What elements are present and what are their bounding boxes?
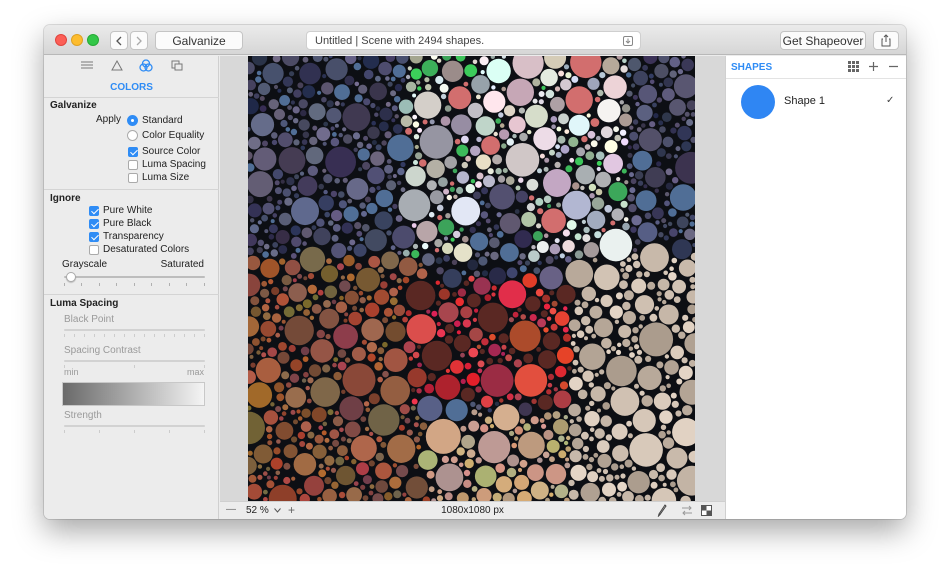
forward-button[interactable]: [130, 31, 148, 50]
triangle-icon[interactable]: [111, 60, 123, 71]
canvas-dimensions: 1080x1080 px: [441, 505, 504, 516]
black-point-slider[interactable]: [64, 329, 205, 331]
remove-shape-icon[interactable]: [888, 61, 899, 72]
galvanize-title: Galvanize: [50, 100, 97, 111]
get-shapeover-button[interactable]: Get Shapeover: [780, 31, 866, 50]
color-equality-radio[interactable]: [127, 130, 138, 141]
luma-size-label: Luma Size: [142, 172, 190, 183]
luma-spacing-title: Luma Spacing: [50, 298, 119, 309]
desaturated-colors-checkbox[interactable]: [89, 245, 99, 255]
galvanize-button[interactable]: Galvanize: [155, 31, 243, 50]
divider: [44, 294, 219, 295]
transparency-checkbox[interactable]: [89, 232, 99, 242]
strength-slider[interactable]: [64, 425, 205, 427]
shape-list-item[interactable]: Shape 1 ✓: [726, 82, 906, 122]
back-button[interactable]: [110, 31, 128, 50]
standard-radio-label: Standard: [142, 115, 183, 126]
luma-gradient-preview: [62, 382, 205, 406]
chevron-left-icon: [116, 36, 122, 45]
source-color-checkbox[interactable]: [128, 147, 138, 157]
pure-white-label: Pure White: [103, 205, 153, 216]
document-title-field: Untitled | Scene with 2494 shapes.: [306, 31, 641, 50]
ignore-title: Ignore: [50, 193, 81, 204]
document-title: Untitled | Scene with 2494 shapes.: [315, 34, 485, 47]
pure-black-label: Pure Black: [103, 218, 152, 229]
apply-label: Apply: [96, 114, 122, 125]
luma-spacing-label: Luma Spacing: [142, 159, 206, 170]
app-window: Galvanize Untitled | Scene with 2494 sha…: [44, 25, 906, 519]
saturation-slider-track[interactable]: [64, 276, 205, 278]
slider-ticks: [64, 283, 205, 287]
divider: [44, 189, 219, 190]
share-icon: [881, 34, 891, 47]
luma-size-checkbox[interactable]: [128, 173, 138, 183]
colors-icon[interactable]: [139, 59, 153, 72]
slider-ticks: [64, 430, 205, 434]
share-button[interactable]: [873, 31, 899, 50]
galvanized-artwork[interactable]: [248, 56, 695, 501]
shape-swatch: [741, 85, 775, 119]
max-label: max: [186, 367, 204, 377]
slider-ticks: [64, 365, 205, 369]
shapes-panel: SHAPES Shape 1 ✓: [725, 56, 906, 519]
shape-name: Shape 1: [784, 95, 825, 107]
color-equality-radio-label: Color Equality: [142, 130, 205, 141]
spacing-contrast-label: Spacing Contrast: [64, 345, 141, 356]
divider: [44, 97, 219, 98]
chevron-right-icon: [136, 36, 142, 45]
copy-icon[interactable]: [171, 60, 183, 71]
download-icon[interactable]: [622, 35, 634, 47]
zoom-window-button[interactable]: [87, 34, 99, 46]
checkerboard-icon[interactable]: [701, 505, 712, 516]
canvas-area: — 52 % + 1080x1080 px: [220, 56, 725, 519]
grid-icon[interactable]: [848, 61, 859, 72]
canvas-status-bar: — 52 % + 1080x1080 px: [220, 501, 725, 519]
title-bar: Galvanize Untitled | Scene with 2494 sha…: [44, 25, 906, 55]
pure-white-checkbox[interactable]: [89, 206, 99, 216]
slider-min-label: Grayscale: [62, 259, 108, 270]
standard-radio[interactable]: [127, 115, 138, 126]
swap-arrows-icon[interactable]: [681, 505, 693, 516]
inspector-panel: COLORS Galvanize Apply Standard Color Eq…: [44, 56, 219, 519]
spacing-contrast-slider[interactable]: [64, 360, 205, 362]
transparency-label: Transparency: [103, 231, 164, 242]
desaturated-colors-label: Desaturated Colors: [103, 244, 190, 255]
list-icon[interactable]: [81, 61, 93, 71]
source-color-label: Source Color: [142, 146, 201, 157]
saturation-slider-knob[interactable]: [66, 272, 76, 282]
min-label: min: [64, 367, 79, 377]
pen-icon[interactable]: [657, 504, 667, 517]
circle-mosaic-image: [248, 56, 695, 501]
divider: [726, 78, 906, 79]
pure-black-checkbox[interactable]: [89, 219, 99, 229]
checkmark-icon: ✓: [886, 95, 895, 106]
luma-spacing-checkbox[interactable]: [128, 160, 138, 170]
add-shape-icon[interactable]: [868, 61, 879, 72]
minimize-window-button[interactable]: [71, 34, 83, 46]
slider-max-label: Saturated: [160, 259, 204, 270]
shapes-header: SHAPES: [731, 62, 773, 73]
black-point-label: Black Point: [64, 314, 115, 325]
section-header: COLORS: [110, 82, 153, 93]
strength-label: Strength: [64, 410, 102, 421]
slider-ticks: [64, 334, 205, 338]
close-window-button[interactable]: [55, 34, 67, 46]
